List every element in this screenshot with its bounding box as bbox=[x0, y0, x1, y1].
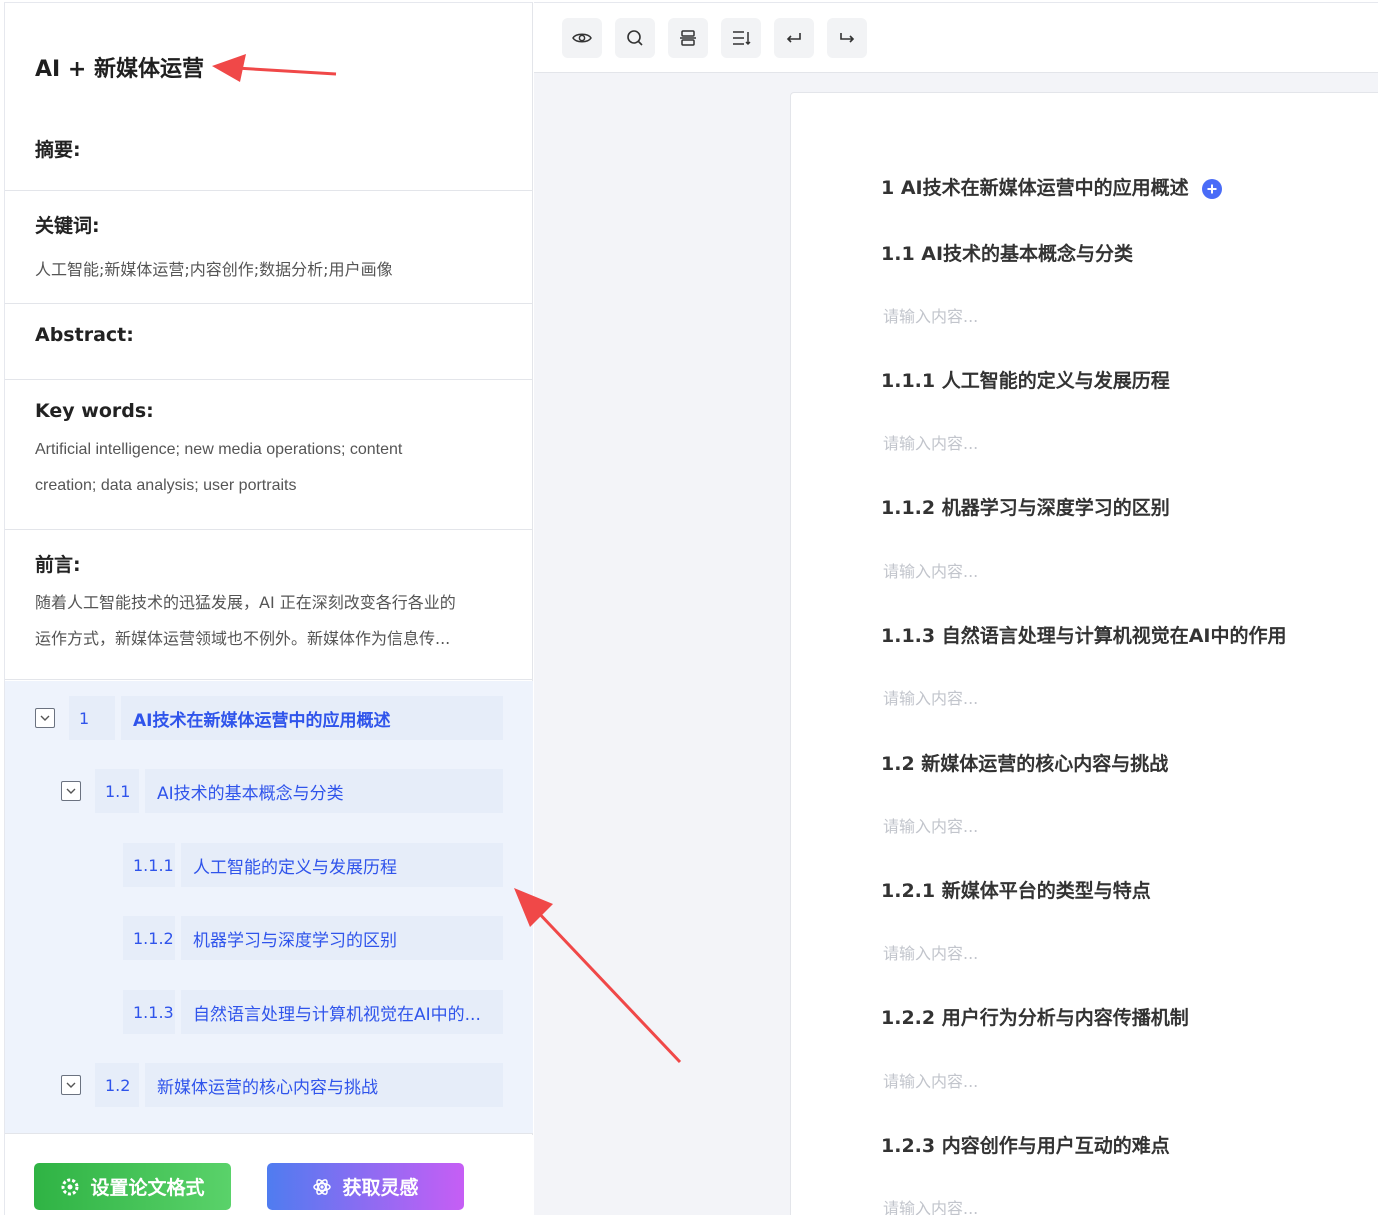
collapse-toggle-icon[interactable] bbox=[35, 708, 55, 728]
paper-title[interactable]: AI + 新媒体运营 bbox=[35, 51, 204, 83]
outline-number: 1.1.2 bbox=[123, 916, 175, 960]
content-placeholder[interactable]: 请输入内容... bbox=[883, 685, 978, 709]
content-placeholder[interactable]: 请输入内容... bbox=[883, 1195, 978, 1215]
outline-number: 1.2 bbox=[95, 1063, 139, 1107]
outline-item[interactable]: 1.1.1 人工智能的定义与发展历程 bbox=[123, 843, 503, 887]
preface-line: 随着人工智能技术的迅猛发展，AI 正在深刻改变各行各业的 bbox=[35, 593, 456, 612]
get-inspiration-label: 获取灵感 bbox=[342, 1177, 419, 1199]
preface-line: 运作方式，新媒体运营领域也不例外。新媒体作为信息传... bbox=[35, 629, 451, 648]
redo-icon bbox=[840, 33, 855, 43]
abstract-en-section: Abstract: bbox=[5, 304, 532, 380]
collapse-toggle-icon[interactable] bbox=[61, 781, 81, 801]
doc-heading[interactable]: 1.2.3 内容创作与用户互动的难点 bbox=[881, 1131, 1170, 1158]
keywords-en-line: Artificial intelligence; new media opera… bbox=[35, 441, 403, 458]
editor-area: 1 AI技术在新媒体运营中的应用概述 1.1 AI技术的基本概念与分类 请输入内… bbox=[534, 2, 1378, 1215]
action-bar: 设置论文格式 获取灵感 bbox=[5, 1135, 533, 1215]
content-placeholder[interactable]: 请输入内容... bbox=[883, 1068, 978, 1092]
title-section: AI + 新媒体运营 摘要: bbox=[5, 3, 532, 191]
keywords-label: 关键词: bbox=[35, 215, 100, 237]
preface-section: 前言: 随着人工智能技术的迅猛发展，AI 正在深刻改变各行各业的 运作方式，新媒… bbox=[5, 530, 532, 680]
doc-heading[interactable]: 1.1.1 人工智能的定义与发展历程 bbox=[881, 366, 1170, 393]
set-format-label: 设置论文格式 bbox=[90, 1177, 205, 1199]
keywords-section: 关键词: 人工智能;新媒体运营;内容创作;数据分析;用户画像 bbox=[5, 191, 532, 304]
set-format-button[interactable]: 设置论文格式 bbox=[34, 1163, 231, 1210]
collapse-toggle-icon[interactable] bbox=[61, 1075, 81, 1095]
get-inspiration-button[interactable]: 获取灵感 bbox=[267, 1163, 464, 1210]
outline-title[interactable]: AI技术在新媒体运营中的应用概述 bbox=[121, 696, 503, 740]
keywords-en-label: Key words: bbox=[35, 400, 154, 422]
content-placeholder[interactable]: 请输入内容... bbox=[883, 940, 978, 964]
doc-heading[interactable]: 1.1.3 自然语言处理与计算机视觉在AI中的作用 bbox=[881, 621, 1287, 648]
doc-heading[interactable]: 1.1 AI技术的基本概念与分类 bbox=[881, 239, 1133, 266]
outline-number: 1.1.1 bbox=[123, 843, 175, 887]
preview-button[interactable] bbox=[562, 18, 602, 58]
content-placeholder[interactable]: 请输入内容... bbox=[883, 813, 978, 837]
outline-item[interactable]: 1 AI技术在新媒体运营中的应用概述 bbox=[35, 696, 503, 740]
outline-item[interactable]: 1.1.2 机器学习与深度学习的区别 bbox=[123, 916, 503, 960]
undo-button[interactable] bbox=[774, 18, 814, 58]
outline-title[interactable]: AI技术的基本概念与分类 bbox=[145, 769, 503, 813]
editor-toolbar bbox=[534, 3, 1378, 73]
abstract-label[interactable]: 摘要: bbox=[35, 135, 81, 162]
content-placeholder[interactable]: 请输入内容... bbox=[883, 303, 978, 327]
outline-item[interactable]: 1.1 AI技术的基本概念与分类 bbox=[61, 769, 503, 813]
undo-icon bbox=[786, 33, 801, 43]
outline-item[interactable]: 1.2 新媒体运营的核心内容与挑战 bbox=[61, 1063, 503, 1107]
doc-heading[interactable]: 1.2.2 用户行为分析与内容传播机制 bbox=[881, 1003, 1189, 1030]
outline-number: 1.1 bbox=[95, 769, 139, 813]
document-page[interactable]: 1 AI技术在新媒体运营中的应用概述 1.1 AI技术的基本概念与分类 请输入内… bbox=[790, 92, 1378, 1215]
redo-button[interactable] bbox=[827, 18, 867, 58]
content-placeholder[interactable]: 请输入内容... bbox=[883, 430, 978, 454]
doc-heading[interactable]: 1 AI技术在新媒体运营中的应用概述 bbox=[881, 173, 1223, 200]
doc-heading[interactable]: 1.2.1 新媒体平台的类型与特点 bbox=[881, 876, 1151, 903]
doc-heading[interactable]: 1.2 新媒体运营的核心内容与挑战 bbox=[881, 749, 1168, 776]
keywords-en-line: creation; data analysis; user portraits bbox=[35, 477, 297, 494]
outline-tree: 1 AI技术在新媒体运营中的应用概述 1.1 AI技术的基本概念与分类 1.1.… bbox=[5, 681, 533, 1134]
outline-number: 1 bbox=[69, 696, 115, 740]
content-placeholder[interactable]: 请输入内容... bbox=[883, 558, 978, 582]
outline-title[interactable]: 机器学习与深度学习的区别 bbox=[181, 916, 503, 960]
outline-item[interactable]: 1.1.3 自然语言处理与计算机视觉在AI中的... bbox=[123, 990, 503, 1034]
preface-text[interactable]: 随着人工智能技术的迅猛发展，AI 正在深刻改变各行各业的 运作方式，新媒体运营领… bbox=[35, 585, 502, 657]
paper-sidebar: AI + 新媒体运营 摘要: 关键词: 人工智能;新媒体运营;内容创作;数据分析… bbox=[4, 2, 533, 1215]
add-circle-icon[interactable] bbox=[1201, 178, 1223, 200]
list-button[interactable] bbox=[721, 18, 761, 58]
eye-icon bbox=[572, 33, 592, 43]
keywords-text[interactable]: 人工智能;新媒体运营;内容创作;数据分析;用户画像 bbox=[35, 256, 502, 280]
layout-button[interactable] bbox=[668, 18, 708, 58]
list-icon bbox=[733, 31, 751, 46]
doc-heading-text: 1 AI技术在新媒体运营中的应用概述 bbox=[881, 177, 1189, 199]
keywords-en-text[interactable]: Artificial intelligence; new media opera… bbox=[35, 432, 502, 504]
preface-label: 前言: bbox=[35, 554, 81, 576]
outline-title[interactable]: 新媒体运营的核心内容与挑战 bbox=[145, 1063, 503, 1107]
layout-icon bbox=[680, 30, 696, 46]
keywords-en-section: Key words: Artificial intelligence; new … bbox=[5, 380, 532, 530]
atom-icon bbox=[313, 1178, 332, 1195]
outline-number: 1.1.3 bbox=[123, 990, 175, 1034]
gear-icon bbox=[61, 1178, 79, 1195]
abstract-en-label[interactable]: Abstract: bbox=[35, 324, 502, 346]
outline-title[interactable]: 人工智能的定义与发展历程 bbox=[181, 843, 503, 887]
search-button[interactable] bbox=[615, 18, 655, 58]
outline-title[interactable]: 自然语言处理与计算机视觉在AI中的... bbox=[181, 990, 503, 1034]
doc-heading[interactable]: 1.1.2 机器学习与深度学习的区别 bbox=[881, 493, 1170, 520]
search-icon bbox=[627, 30, 643, 46]
